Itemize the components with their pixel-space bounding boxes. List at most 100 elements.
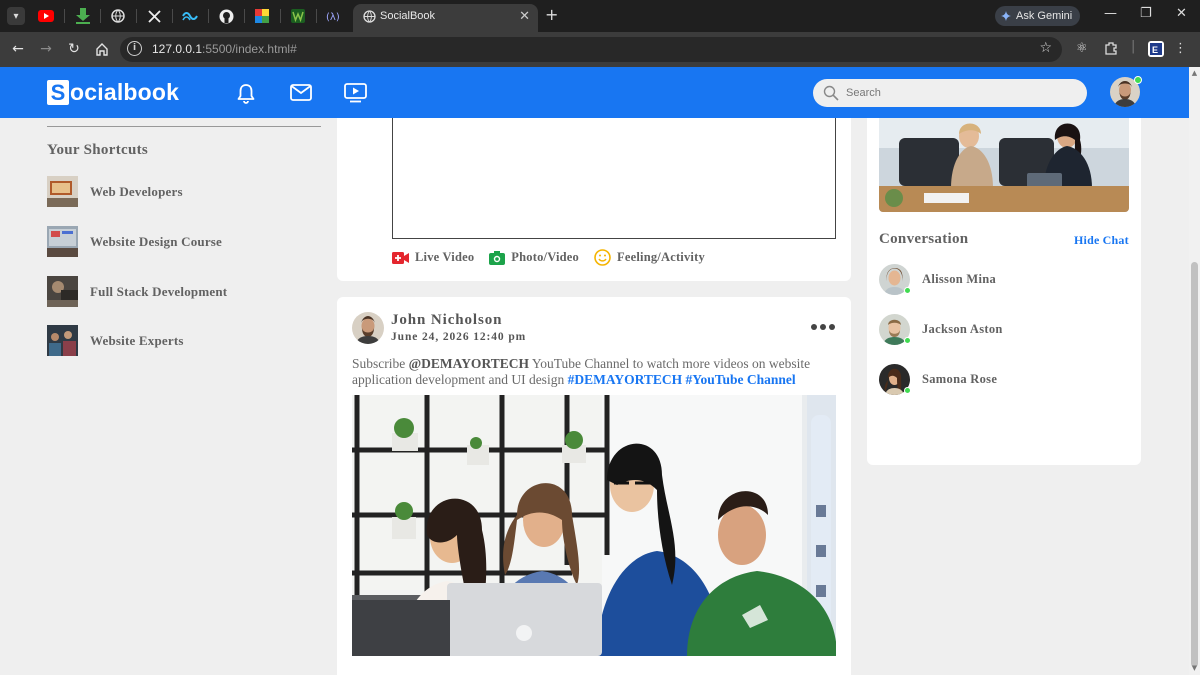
post-options-icon[interactable] — [811, 324, 835, 330]
post-text: Subscribe @DEMAYORTECH YouTube Channel t… — [352, 356, 811, 387]
tab-separator — [280, 9, 281, 23]
live-video-label: Live Video — [415, 250, 475, 264]
shortcut-website-experts[interactable]: Website Experts — [47, 325, 184, 356]
notification-bell-icon[interactable] — [236, 83, 256, 109]
tab-separator — [100, 9, 101, 23]
w-tab-icon[interactable] — [288, 6, 308, 26]
shortcut-label: Website Experts — [90, 332, 184, 348]
page-scrollbar[interactable]: ▲ ▼ — [1189, 67, 1200, 675]
post-author-avatar[interactable] — [352, 312, 384, 344]
post-card: John Nicholson June 24, 2026 12:40 pm Su… — [337, 297, 851, 675]
tailwind-tab-icon[interactable] — [180, 6, 200, 26]
svg-text:E: E — [1152, 45, 1158, 55]
close-tab-icon[interactable]: ✕ — [519, 9, 530, 24]
toolbar-divider: | — [1131, 39, 1136, 54]
tab-separator — [244, 9, 245, 23]
logo-text: ocialbook — [70, 79, 180, 105]
shortcut-label: Full Stack Development — [90, 283, 228, 299]
react-devtools-icon[interactable]: ⚛ — [1076, 41, 1088, 56]
ask-gemini-label: Ask Gemini — [1016, 10, 1073, 22]
tab-separator — [208, 9, 209, 23]
contact-avatar — [879, 364, 911, 395]
tab-separator — [172, 9, 173, 23]
chrome-menu-icon[interactable]: ⋮ — [1174, 41, 1187, 56]
tab-separator — [64, 9, 65, 23]
logo-letter: S — [47, 80, 69, 105]
live-video-button[interactable]: Live Video — [392, 250, 474, 265]
post-image[interactable] — [352, 395, 836, 656]
right-sidebar: Conversation Hide Chat Alisson Mina Jack… — [867, 118, 1141, 465]
tab-separator — [136, 9, 137, 23]
bookmark-star-icon[interactable]: ☆ — [1039, 40, 1052, 56]
lambda-tab-icon[interactable]: (λ) — [324, 6, 344, 26]
shortcuts-title: Your Shortcuts — [47, 142, 149, 158]
photo-video-label: Photo/Video — [511, 250, 580, 264]
online-indicator — [1134, 76, 1142, 84]
online-indicator — [904, 337, 911, 344]
shortcut-thumbnail — [47, 226, 78, 257]
minimize-icon[interactable]: — — [1104, 6, 1117, 21]
browser-profile-icon[interactable]: E — [1148, 41, 1164, 57]
contact-avatar — [879, 314, 911, 345]
hide-chat-link[interactable]: Hide Chat — [1074, 233, 1129, 248]
conversation-title: Conversation — [879, 231, 969, 247]
x-tab-icon[interactable] — [144, 6, 164, 26]
contact-alisson-mina[interactable]: Alisson Mina — [879, 264, 996, 295]
post-author-name[interactable]: John Nicholson — [391, 312, 502, 329]
browser-tab-strip: ▾ (λ) SocialBook ✕ + Ask Gemini — ❐ ✕ — [0, 0, 1200, 32]
shortcut-thumbnail — [47, 276, 78, 307]
contact-avatar — [879, 264, 911, 295]
svg-text:(λ): (λ) — [326, 12, 340, 23]
download-tab-icon[interactable] — [73, 6, 93, 26]
reload-icon[interactable]: ↻ — [64, 39, 84, 59]
post-composer: Live Video Photo/Video Feeling/Activity — [337, 118, 851, 281]
post-timestamp: June 24, 2026 12:40 pm — [391, 331, 527, 343]
search-box[interactable] — [813, 79, 1087, 107]
extensions-icon[interactable] — [1104, 41, 1118, 59]
close-window-icon[interactable]: ✕ — [1176, 6, 1187, 21]
video-icon[interactable] — [344, 83, 367, 108]
colorful-tab-icon[interactable] — [252, 6, 272, 26]
tab-separator — [316, 9, 317, 23]
socialbook-logo[interactable]: S ocialbook — [47, 79, 179, 106]
shortcut-website-design-course[interactable]: Website Design Course — [47, 226, 222, 257]
site-info-icon[interactable]: i — [127, 41, 142, 56]
back-icon[interactable]: ← — [8, 39, 28, 59]
scroll-down-arrow-icon[interactable]: ▼ — [1191, 664, 1198, 672]
globe-icon — [363, 10, 376, 28]
forward-icon[interactable]: → — [36, 39, 56, 59]
tab-search-button[interactable]: ▾ — [7, 7, 25, 25]
new-tab-icon[interactable]: + — [545, 5, 558, 24]
post-textarea[interactable] — [392, 118, 836, 239]
search-input[interactable] — [846, 83, 1076, 103]
scrollbar-thumb[interactable] — [1191, 262, 1198, 667]
url-text: 127.0.0.1:5500/index.html# — [152, 42, 297, 56]
home-icon[interactable] — [92, 39, 112, 59]
post-hashtags[interactable]: #DEMAYORTECH #YouTube Channel — [568, 372, 796, 387]
smiley-icon — [594, 249, 611, 266]
active-tab[interactable]: SocialBook ✕ — [353, 4, 538, 32]
event-image[interactable] — [879, 118, 1129, 212]
shortcut-thumbnail — [47, 176, 78, 207]
feeling-activity-button[interactable]: Feeling/Activity — [594, 249, 705, 266]
scroll-up-arrow-icon[interactable]: ▲ — [1191, 69, 1198, 77]
address-bar[interactable]: i 127.0.0.1:5500/index.html# ☆ — [120, 37, 1062, 62]
shortcut-web-developers[interactable]: Web Developers — [47, 176, 183, 207]
photo-video-button[interactable]: Photo/Video — [489, 250, 579, 265]
user-avatar[interactable] — [1110, 76, 1142, 107]
restore-icon[interactable]: ❐ — [1140, 6, 1152, 21]
contact-samona-rose[interactable]: Samona Rose — [879, 364, 997, 395]
composer-actions: Live Video Photo/Video Feeling/Activity — [392, 249, 720, 266]
post-mention[interactable]: @DEMAYORTECH — [409, 356, 529, 371]
browser-toolbar: ← → ↻ i 127.0.0.1:5500/index.html# ☆ ⚛ |… — [0, 32, 1200, 67]
search-icon — [823, 85, 839, 106]
shortcut-full-stack-development[interactable]: Full Stack Development — [47, 276, 227, 307]
contact-jackson-aston[interactable]: Jackson Aston — [879, 314, 1003, 345]
online-indicator — [904, 287, 911, 294]
github-tab-icon[interactable] — [216, 6, 236, 26]
shortcut-label: Website Design Course — [90, 233, 223, 249]
globe-tab-icon[interactable] — [108, 6, 128, 26]
mail-icon[interactable] — [290, 84, 312, 106]
ask-gemini-button[interactable]: Ask Gemini — [995, 6, 1081, 26]
youtube-tab-icon[interactable] — [36, 6, 56, 26]
